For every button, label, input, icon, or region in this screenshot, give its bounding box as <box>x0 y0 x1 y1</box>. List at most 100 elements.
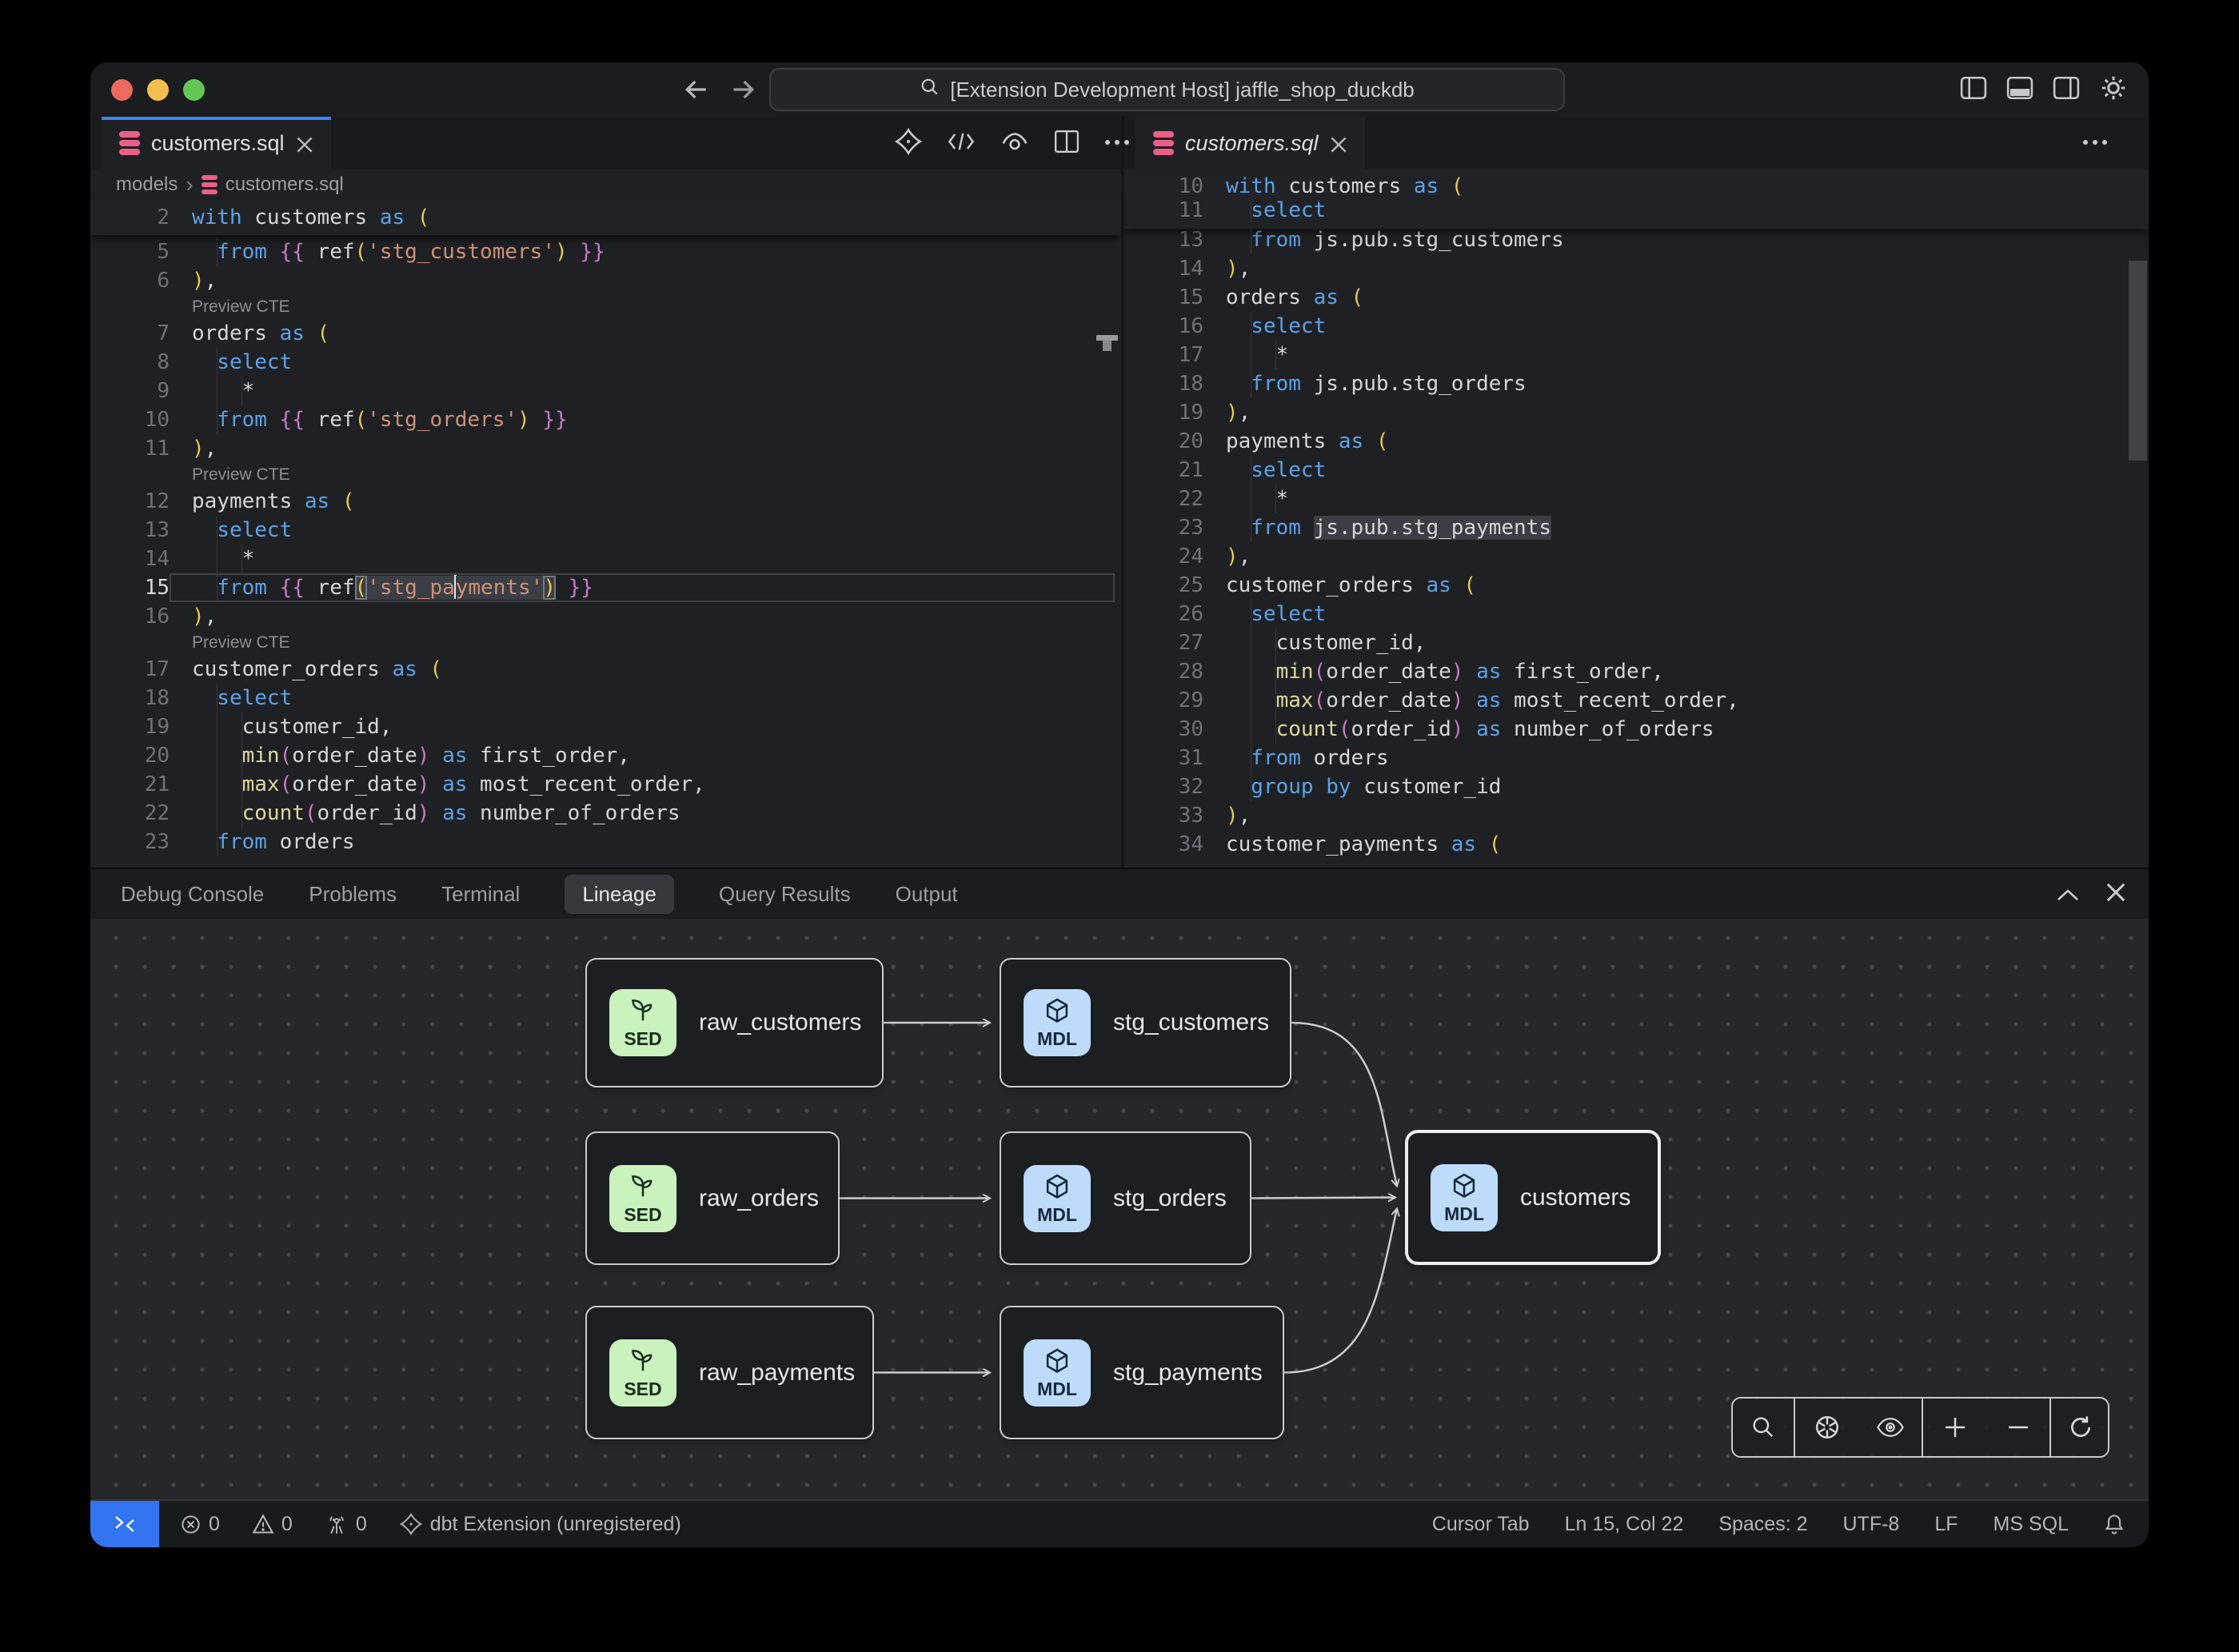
status-item[interactable]: MS SQL <box>1994 1513 2069 1536</box>
code-line[interactable]: 33), <box>1124 801 2149 830</box>
lineage-node-raw_customers[interactable]: SEDraw_customers <box>585 958 884 1087</box>
status-item-bell[interactable] <box>2104 1513 2125 1535</box>
lineage-node-stg_payments[interactable]: MDLstg_payments <box>1000 1306 1284 1439</box>
eye-icon[interactable] <box>1861 1416 1920 1439</box>
lineage-canvas[interactable]: SEDraw_customers MDLstg_customers SEDraw_o… <box>90 919 2149 1499</box>
editor-right[interactable]: 10with customers as (11 select 13 from j… <box>1124 170 2149 868</box>
code-line[interactable]: 22 * <box>1124 485 2149 513</box>
tab-customers-sql-left[interactable]: customers.sql <box>102 117 331 170</box>
code-line[interactable]: 15orders as ( <box>1124 283 2149 312</box>
status-item-error[interactable]: 0 <box>180 1513 220 1536</box>
code-line[interactable]: 18 select <box>90 684 1121 712</box>
code-line[interactable]: 8 select <box>90 348 1121 377</box>
code-line[interactable]: 13 from js.pub.stg_customers <box>1124 225 2149 254</box>
close-tab-icon[interactable] <box>1330 134 1347 152</box>
more-actions-icon[interactable] <box>1104 136 1131 150</box>
lineage-node-stg_customers[interactable]: MDLstg_customers <box>1000 958 1291 1087</box>
status-item[interactable]: LF <box>1934 1513 1958 1536</box>
code-line[interactable]: 20 min(order_date) as first_order, <box>90 741 1121 770</box>
forward-arrow-icon[interactable] <box>727 74 759 106</box>
code-line[interactable]: 20payments as ( <box>1124 427 2149 456</box>
lineage-node-customers[interactable]: MDLcustomers <box>1405 1130 1661 1265</box>
close-panel-icon[interactable] <box>2105 882 2126 908</box>
remote-indicator[interactable] <box>90 1501 159 1547</box>
code-line[interactable]: 30 count(order_id) as number_of_orders <box>1124 715 2149 744</box>
code-line[interactable]: 14), <box>1124 254 2149 283</box>
panel-tab-terminal[interactable]: Terminal <box>441 875 520 914</box>
code-line[interactable]: 10with customers as ( <box>1124 174 2149 198</box>
code-line[interactable]: 28 min(order_date) as first_order, <box>1124 657 2149 686</box>
code-line[interactable]: 7orders as ( <box>90 319 1121 348</box>
zoom-in-icon[interactable] <box>1926 1415 1985 1440</box>
code-line[interactable]: 24), <box>1124 542 2149 571</box>
code-line[interactable]: 23 from js.pub.stg_payments <box>1124 513 2149 542</box>
lineage-node-stg_orders[interactable]: MDLstg_orders <box>1000 1131 1251 1265</box>
code-lens[interactable]: Preview CTE <box>90 631 1121 655</box>
code-line[interactable]: 2with customers as ( <box>90 203 1121 232</box>
aperture-icon[interactable] <box>1798 1414 1857 1441</box>
code-lens[interactable]: Preview CTE <box>90 463 1121 487</box>
split-editor-icon[interactable] <box>1054 130 1080 158</box>
maximize-window-button[interactable] <box>183 79 205 101</box>
command-center-search[interactable]: [Extension Development Host] jaffle_shop… <box>769 68 1565 111</box>
search-icon[interactable] <box>1734 1415 1793 1440</box>
code-line[interactable]: 17customer_orders as ( <box>90 655 1121 684</box>
code-line[interactable]: 25customer_orders as ( <box>1124 571 2149 600</box>
minimize-window-button[interactable] <box>147 79 169 101</box>
code-lens[interactable]: Preview CTE <box>90 295 1121 319</box>
code-line[interactable]: 31 from orders <box>1124 744 2149 772</box>
status-item-warning[interactable]: 0 <box>252 1513 293 1536</box>
code-line[interactable]: 14 * <box>90 545 1121 573</box>
status-item[interactable]: Spaces: 2 <box>1718 1513 1807 1536</box>
code-line[interactable]: 21 select <box>1124 456 2149 485</box>
close-window-button[interactable] <box>111 79 133 101</box>
status-item-broadcast[interactable]: 0 <box>325 1513 367 1536</box>
scrollbar-thumb[interactable] <box>2129 261 2147 461</box>
breadcrumb-file[interactable]: customers.sql <box>225 174 344 196</box>
code-line[interactable]: 9 * <box>90 377 1121 405</box>
code-line[interactable]: 16), <box>90 602 1121 631</box>
breadcrumb-folder[interactable]: models <box>116 174 178 196</box>
panel-tab-problems[interactable]: Problems <box>309 875 397 914</box>
dbt-power-user-icon[interactable] <box>894 127 923 160</box>
panel-tab-debug-console[interactable]: Debug Console <box>121 875 264 914</box>
lineage-node-raw_orders[interactable]: SEDraw_orders <box>585 1131 840 1265</box>
code-line[interactable]: 11 select <box>1124 198 2149 222</box>
settings-gear-icon[interactable] <box>2099 74 2128 102</box>
code-line[interactable]: 5 from {{ ref('stg_customers') }} <box>90 237 1121 266</box>
code-line[interactable]: 12payments as ( <box>90 487 1121 516</box>
code-line[interactable]: 11), <box>90 434 1121 463</box>
code-line[interactable]: 13 select <box>90 516 1121 545</box>
more-actions-icon[interactable] <box>2081 136 2109 150</box>
panel-tab-query-results[interactable]: Query Results <box>719 875 851 914</box>
panel-tab-output[interactable]: Output <box>896 875 958 914</box>
code-line[interactable]: 22 count(order_id) as number_of_orders <box>90 799 1121 828</box>
code-line[interactable]: 34customer_payments as ( <box>1124 830 2149 859</box>
zoom-out-icon[interactable] <box>1989 1415 2048 1440</box>
lineage-node-raw_payments[interactable]: SEDraw_payments <box>585 1306 874 1439</box>
code-line[interactable]: 21 max(order_date) as most_recent_order, <box>90 770 1121 799</box>
code-line[interactable]: 23 from orders <box>90 828 1121 856</box>
code-line[interactable]: 10 from {{ ref('stg_orders') }} <box>90 405 1121 434</box>
code-line[interactable]: 26 select <box>1124 600 2149 628</box>
code-line[interactable]: 18 from js.pub.stg_orders <box>1124 369 2149 398</box>
code-line[interactable]: 16 select <box>1124 312 2149 341</box>
compiled-code-icon[interactable] <box>947 130 976 158</box>
code-line[interactable]: 19 customer_id, <box>90 712 1121 741</box>
refresh-icon[interactable] <box>2051 1414 2109 1441</box>
toggle-panel-icon[interactable] <box>2006 76 2033 100</box>
status-item-dbt[interactable]: dbt Extension (unregistered) <box>399 1512 681 1536</box>
code-line[interactable]: 6), <box>90 266 1121 295</box>
close-tab-icon[interactable] <box>296 134 313 152</box>
breadcrumb[interactable]: models › customers.sql <box>90 170 1121 200</box>
panel-tab-lineage[interactable]: Lineage <box>565 875 674 914</box>
back-arrow-icon[interactable] <box>680 74 712 106</box>
code-line[interactable]: 17 * <box>1124 341 2149 369</box>
maximize-panel-chevron-icon[interactable] <box>2056 883 2080 908</box>
code-line[interactable]: 32 group by customer_id <box>1124 772 2149 801</box>
code-line[interactable]: 15 from {{ ref('stg_payments') }} <box>90 573 1121 602</box>
code-line[interactable]: 27 customer_id, <box>1124 628 2149 657</box>
tab-customers-sql-right[interactable]: customers.sql <box>1135 117 1365 170</box>
code-line[interactable]: 19), <box>1124 398 2149 427</box>
status-item[interactable]: UTF-8 <box>1843 1513 1900 1536</box>
